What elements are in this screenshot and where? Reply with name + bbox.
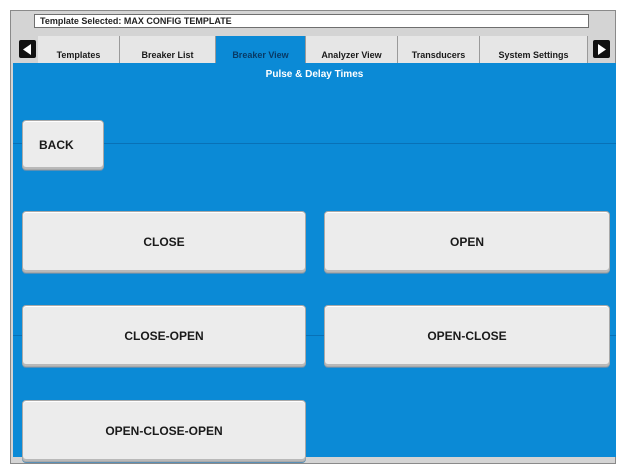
open-button[interactable]: OPEN (324, 211, 610, 273)
tab-prev-button[interactable] (19, 40, 36, 58)
tab-templates[interactable]: Templates (38, 36, 120, 63)
arrow-right-icon (597, 43, 606, 55)
tab-system-settings[interactable]: System Settings (480, 36, 588, 63)
tab-transducers[interactable]: Transducers (398, 36, 480, 63)
template-selected-field: Template Selected: MAX CONFIG TEMPLATE (34, 14, 589, 28)
arrow-left-icon (23, 43, 32, 55)
close-button[interactable]: CLOSE (22, 211, 306, 273)
tab-analyzer-view[interactable]: Analyzer View (306, 36, 398, 63)
close-open-button[interactable]: CLOSE-OPEN (22, 305, 306, 367)
tab-bar: Templates Breaker List Breaker View Anal… (38, 36, 588, 63)
back-button[interactable]: BACK (22, 120, 104, 170)
tab-next-button[interactable] (593, 40, 610, 58)
open-close-button[interactable]: OPEN-CLOSE (324, 305, 610, 367)
page-title: Pulse & Delay Times (265, 69, 364, 80)
tab-breaker-list[interactable]: Breaker List (120, 36, 216, 63)
tab-breaker-view[interactable]: Breaker View (216, 36, 306, 63)
open-close-open-button[interactable]: OPEN-CLOSE-OPEN (22, 400, 306, 462)
